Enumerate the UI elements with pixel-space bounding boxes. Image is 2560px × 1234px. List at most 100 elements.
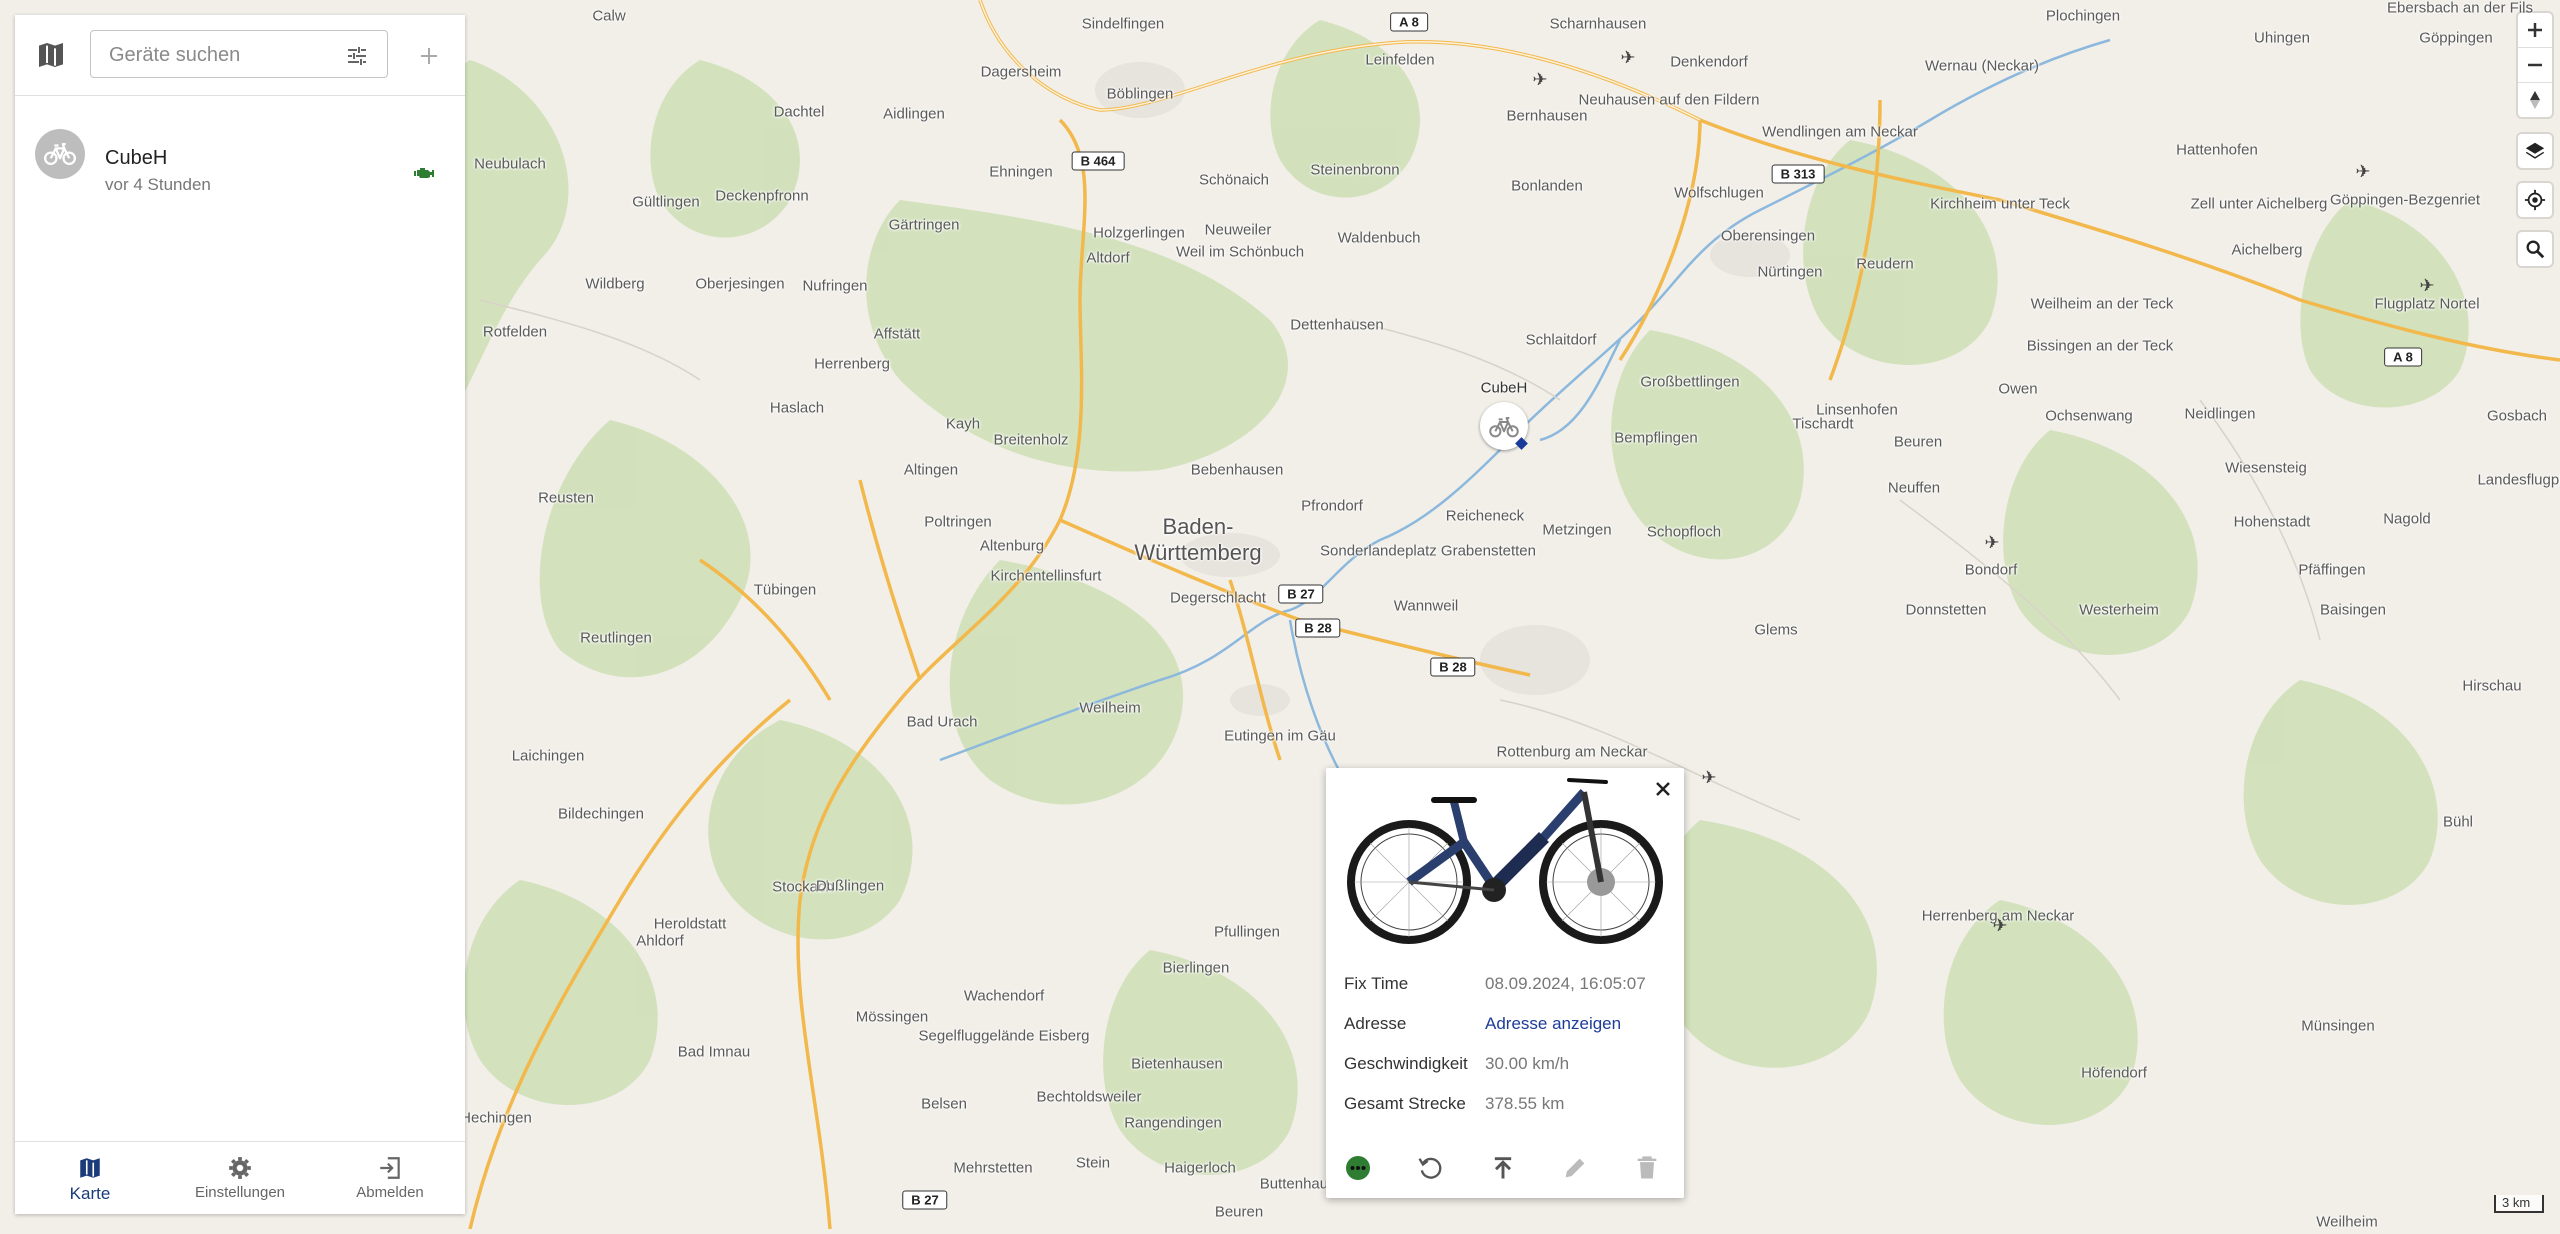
locate-control: [2518, 183, 2552, 217]
device-list-item[interactable]: CubeH vor 4 Stunden: [15, 125, 465, 205]
place-label: Neubulach: [474, 155, 546, 173]
place-label: Sindelfingen: [1081, 15, 1165, 33]
place-label: Reicheneck: [1445, 507, 1525, 525]
place-label: Rottenburg am Neckar: [1496, 743, 1648, 761]
place-label: Laichingen: [511, 747, 585, 765]
map-search-button[interactable]: [2518, 232, 2552, 266]
place-label: Kayh: [945, 415, 981, 433]
place-label: Sonderlandeplatz Grabenstetten: [1320, 542, 1536, 560]
device-last-update: vor 4 Stunden: [105, 175, 211, 194]
place-label: Haigerloch: [1164, 1159, 1236, 1177]
zoom-in-button[interactable]: [2518, 13, 2552, 47]
nav-label: Abmelden: [356, 1184, 424, 1201]
road-shield: A 8: [2384, 347, 2422, 367]
airport-icon: ✈: [1701, 767, 1717, 789]
road-shield: B 313: [1771, 164, 1825, 184]
place-label: Bietenhausen: [1131, 1055, 1223, 1073]
place-label: Bildechingen: [558, 805, 644, 823]
place-label: Wachendorf: [963, 987, 1045, 1005]
place-label: Wendlingen am Neckar: [1762, 123, 1918, 141]
layers-icon: [2525, 142, 2545, 159]
compass-button[interactable]: [2518, 82, 2552, 117]
trash-icon: [1637, 1156, 1657, 1179]
place-label: Bad Urach: [906, 713, 978, 731]
place-label: Beuren: [1893, 433, 1943, 451]
place-label: Breitenholz: [993, 431, 1069, 449]
place-label: Bissingen an der Teck: [2026, 337, 2174, 355]
bicycle-icon: [1489, 417, 1519, 438]
place-label: Dettenhausen: [1290, 316, 1384, 334]
place-label: Weilheim an der Teck: [2030, 295, 2174, 313]
place-label: Flugplatz Nortel: [2374, 295, 2480, 313]
search-input[interactable]: [107, 39, 331, 71]
place-label: Dagersheim: [980, 63, 1062, 81]
layers-button[interactable]: [2518, 134, 2552, 168]
place-label: Ebersbach an der Fils: [2387, 0, 2533, 17]
place-label: Baisingen: [2320, 601, 2386, 619]
map-scale: 3 km: [2494, 1195, 2544, 1213]
place-label: Höfendorf: [2081, 1064, 2147, 1082]
replay-button[interactable]: [1416, 1154, 1444, 1182]
engine-status-icon: [413, 161, 437, 185]
place-label: Beuren: [1214, 1203, 1264, 1221]
delete-button[interactable]: [1633, 1154, 1661, 1182]
more-button[interactable]: [1344, 1154, 1372, 1182]
place-label: Hohenstadt: [2233, 513, 2311, 531]
place-label: Stein: [1075, 1154, 1111, 1172]
place-label: Neuweiler: [1204, 221, 1272, 239]
info-row-fix-time: Fix Time 08.09.2024, 16:05:07: [1344, 974, 1674, 1004]
place-label: Affstätt: [873, 325, 921, 343]
place-label: Aichelberg: [2231, 241, 2303, 259]
place-label: Bühl: [2442, 813, 2474, 831]
place-label: Wernau (Neckar): [1925, 57, 2039, 75]
airport-icon: ✈: [1532, 69, 1548, 91]
place-label: Münsingen: [2301, 1017, 2375, 1035]
place-label: Wiesensteig: [2225, 459, 2307, 477]
bicycle-icon: [43, 142, 77, 166]
place-label: Oberjesingen: [695, 275, 785, 293]
place-label: Gosbach: [2486, 407, 2548, 425]
locate-button[interactable]: [2518, 183, 2552, 217]
filter-button[interactable]: [345, 44, 369, 68]
place-label: Großbettlingen: [1640, 373, 1740, 391]
show-address-link[interactable]: Adresse anzeigen: [1485, 1014, 1621, 1034]
place-label: Calw: [592, 7, 626, 25]
place-label: Tübingen: [753, 581, 817, 599]
place-label: Eutingen im Gäu: [1224, 727, 1336, 745]
place-label: Linsenhofen: [1816, 401, 1898, 419]
place-label: Wannweil: [1393, 597, 1459, 615]
place-label: Gärtringen: [888, 216, 960, 234]
device-popup: Fix Time 08.09.2024, 16:05:07 Adresse Ad…: [1326, 768, 1684, 1198]
place-label: Bierlingen: [1162, 959, 1230, 977]
place-label: Heroldstatt: [653, 915, 727, 933]
nav-einstellungen[interactable]: Einstellungen: [165, 1142, 315, 1214]
road-shield: B 27: [1278, 584, 1324, 604]
compass-icon: [2530, 91, 2540, 109]
nav-karte[interactable]: Karte: [15, 1142, 165, 1214]
place-label: Westerheim: [2079, 601, 2159, 619]
place-label: Bempflingen: [1614, 429, 1698, 447]
road-shield: B 27: [902, 1190, 948, 1210]
zoom-out-button[interactable]: [2518, 47, 2552, 82]
place-label: Landesflugplatz: [2477, 471, 2560, 489]
add-device-button[interactable]: [412, 39, 446, 73]
place-label: Bondorf: [1964, 561, 2018, 579]
place-label: Ehningen: [989, 163, 1053, 181]
device-name: CubeH: [105, 147, 168, 169]
map-toggle-button[interactable]: [35, 39, 67, 71]
place-label: Poltringen: [924, 513, 992, 531]
place-label: Rangendingen: [1124, 1114, 1222, 1132]
edit-button[interactable]: [1561, 1154, 1589, 1182]
info-row-speed: Geschwindigkeit 30.00 km/h: [1344, 1054, 1674, 1084]
place-label: Holzgerlingen: [1093, 224, 1185, 242]
info-key: Adresse: [1344, 1014, 1407, 1033]
publish-button[interactable]: [1489, 1154, 1517, 1182]
nav-label: Einstellungen: [194, 1184, 286, 1201]
nav-abmelden[interactable]: Abmelden: [315, 1142, 465, 1214]
place-label: Nürtingen: [1757, 263, 1823, 281]
minus-icon: [2528, 63, 2542, 67]
device-image: [1347, 778, 1663, 944]
place-label: Altdorf: [1086, 249, 1130, 267]
place-label: Hattenhofen: [2176, 141, 2258, 159]
place-label: Neuhausen auf den Fildern: [1578, 91, 1760, 109]
